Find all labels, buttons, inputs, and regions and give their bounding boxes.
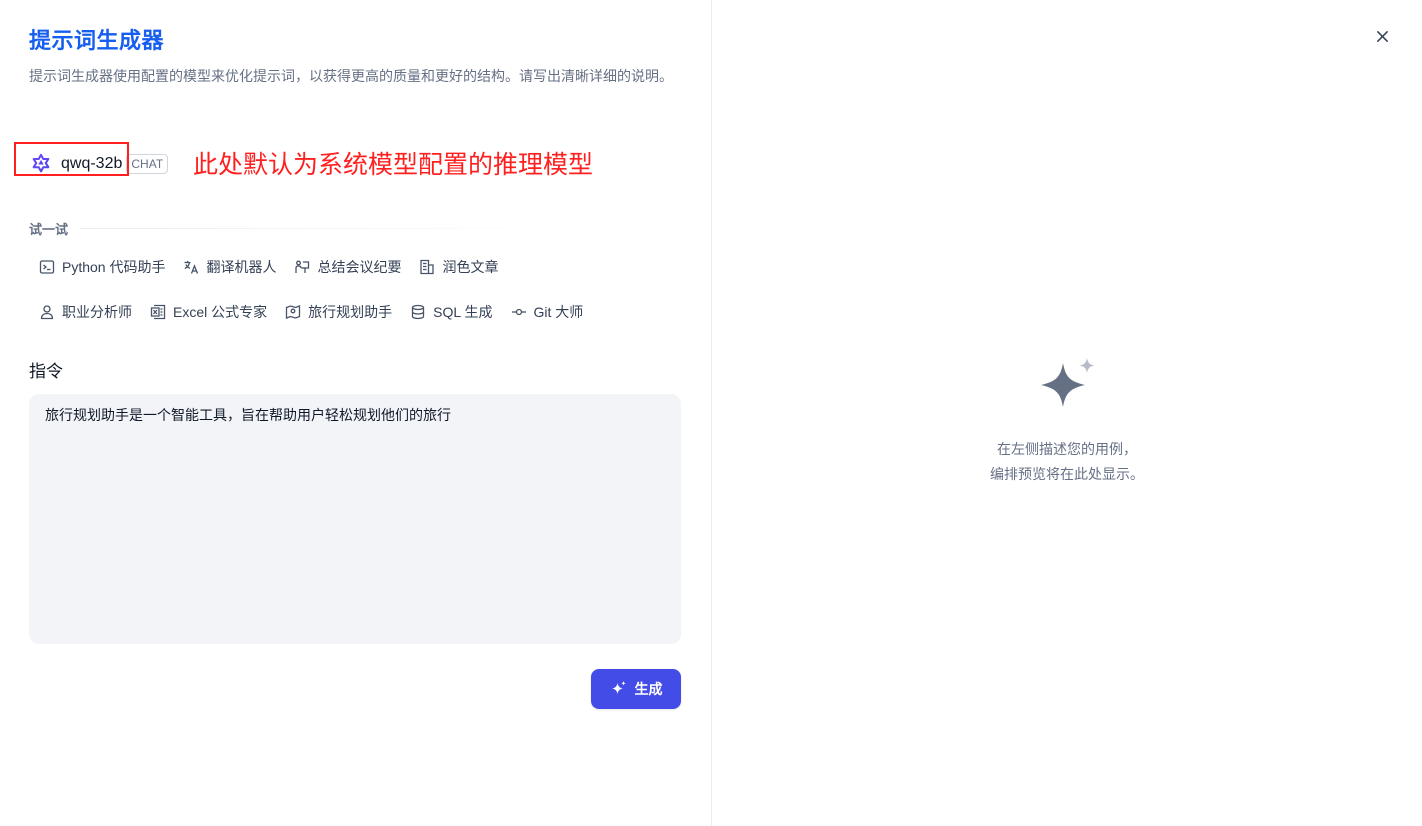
template-label: 旅行规划助手 — [308, 304, 393, 320]
page-description: 提示词生成器使用配置的模型来优化提示词，以获得更高的质量和更好的结构。请写出清晰… — [29, 68, 673, 84]
instruction-input[interactable]: 旅行规划助手是一个智能工具，旨在帮助用户轻松规划他们的旅行 — [29, 394, 681, 644]
empty-state-line-2: 编排预览将在此处显示。 — [990, 466, 1144, 482]
document-icon — [420, 259, 435, 275]
generate-button[interactable]: 生成 — [591, 669, 681, 709]
instruction-label: 指令 — [29, 362, 63, 381]
annotation-highlight-box — [14, 142, 129, 176]
try-section-header: 试一试 — [29, 219, 571, 238]
sparkle-icon — [1041, 358, 1095, 407]
empty-state-line-1: 在左侧描述您的用例， — [997, 441, 1137, 457]
database-icon — [411, 304, 425, 320]
annotation-text: 此处默认为系统模型配置的推理模型 — [193, 151, 594, 179]
page-title: 提示词生成器 — [29, 28, 165, 53]
template-career-analyst[interactable]: 职业分析师 — [30, 299, 141, 325]
map-pin-icon — [285, 305, 301, 319]
template-label: Git 大师 — [533, 304, 584, 320]
meeting-icon — [295, 260, 310, 273]
try-label: 试一试 — [29, 222, 69, 237]
template-git-master[interactable]: Git 大师 — [502, 299, 593, 325]
terminal-icon — [39, 260, 55, 274]
template-label: 润色文章 — [442, 259, 499, 275]
prompt-generator-form: 提示词生成器 提示词生成器使用配置的模型来优化提示词，以获得更高的质量和更好的结… — [0, 0, 711, 826]
close-icon — [1376, 30, 1388, 42]
preview-panel: 在左侧描述您的用例， 编排预览将在此处显示。 — [711, 0, 1422, 826]
template-label: Python 代码助手 — [62, 259, 166, 275]
template-meeting-summary[interactable]: 总结会议纪要 — [285, 254, 410, 280]
template-label: Excel 公式专家 — [173, 304, 268, 320]
template-label: SQL 生成 — [433, 304, 493, 320]
template-python-assistant[interactable]: Python 代码助手 — [30, 254, 174, 280]
template-label: 总结会议纪要 — [317, 259, 402, 275]
template-sql-generator[interactable]: SQL 生成 — [401, 299, 501, 325]
template-polish-article[interactable]: 润色文章 — [410, 254, 507, 280]
try-divider — [80, 228, 571, 229]
generate-button-label: 生成 — [634, 681, 663, 697]
excel-icon — [150, 304, 166, 320]
model-type-badge: CHAT — [126, 154, 169, 174]
template-chips-row-1: Python 代码助手 翻译机器人 总结会议纪要 润色文章 — [30, 254, 690, 280]
template-label: 翻译机器人 — [206, 259, 277, 275]
template-excel-expert[interactable]: Excel 公式专家 — [141, 299, 276, 325]
close-button[interactable] — [1370, 24, 1394, 48]
template-chips-row-2: 职业分析师 Excel 公式专家 旅行规划助手 SQL 生成 Git 大师 — [30, 299, 690, 325]
sparkle-icon — [611, 681, 626, 694]
git-commit-icon — [511, 308, 526, 316]
template-travel-planner[interactable]: 旅行规划助手 — [276, 299, 401, 325]
template-label: 职业分析师 — [62, 304, 132, 320]
template-translator[interactable]: 翻译机器人 — [174, 254, 285, 280]
preview-empty-state: 在左侧描述您的用例， 编排预览将在此处显示。 — [917, 437, 1217, 487]
user-icon — [40, 305, 54, 320]
translate-icon — [184, 261, 199, 274]
